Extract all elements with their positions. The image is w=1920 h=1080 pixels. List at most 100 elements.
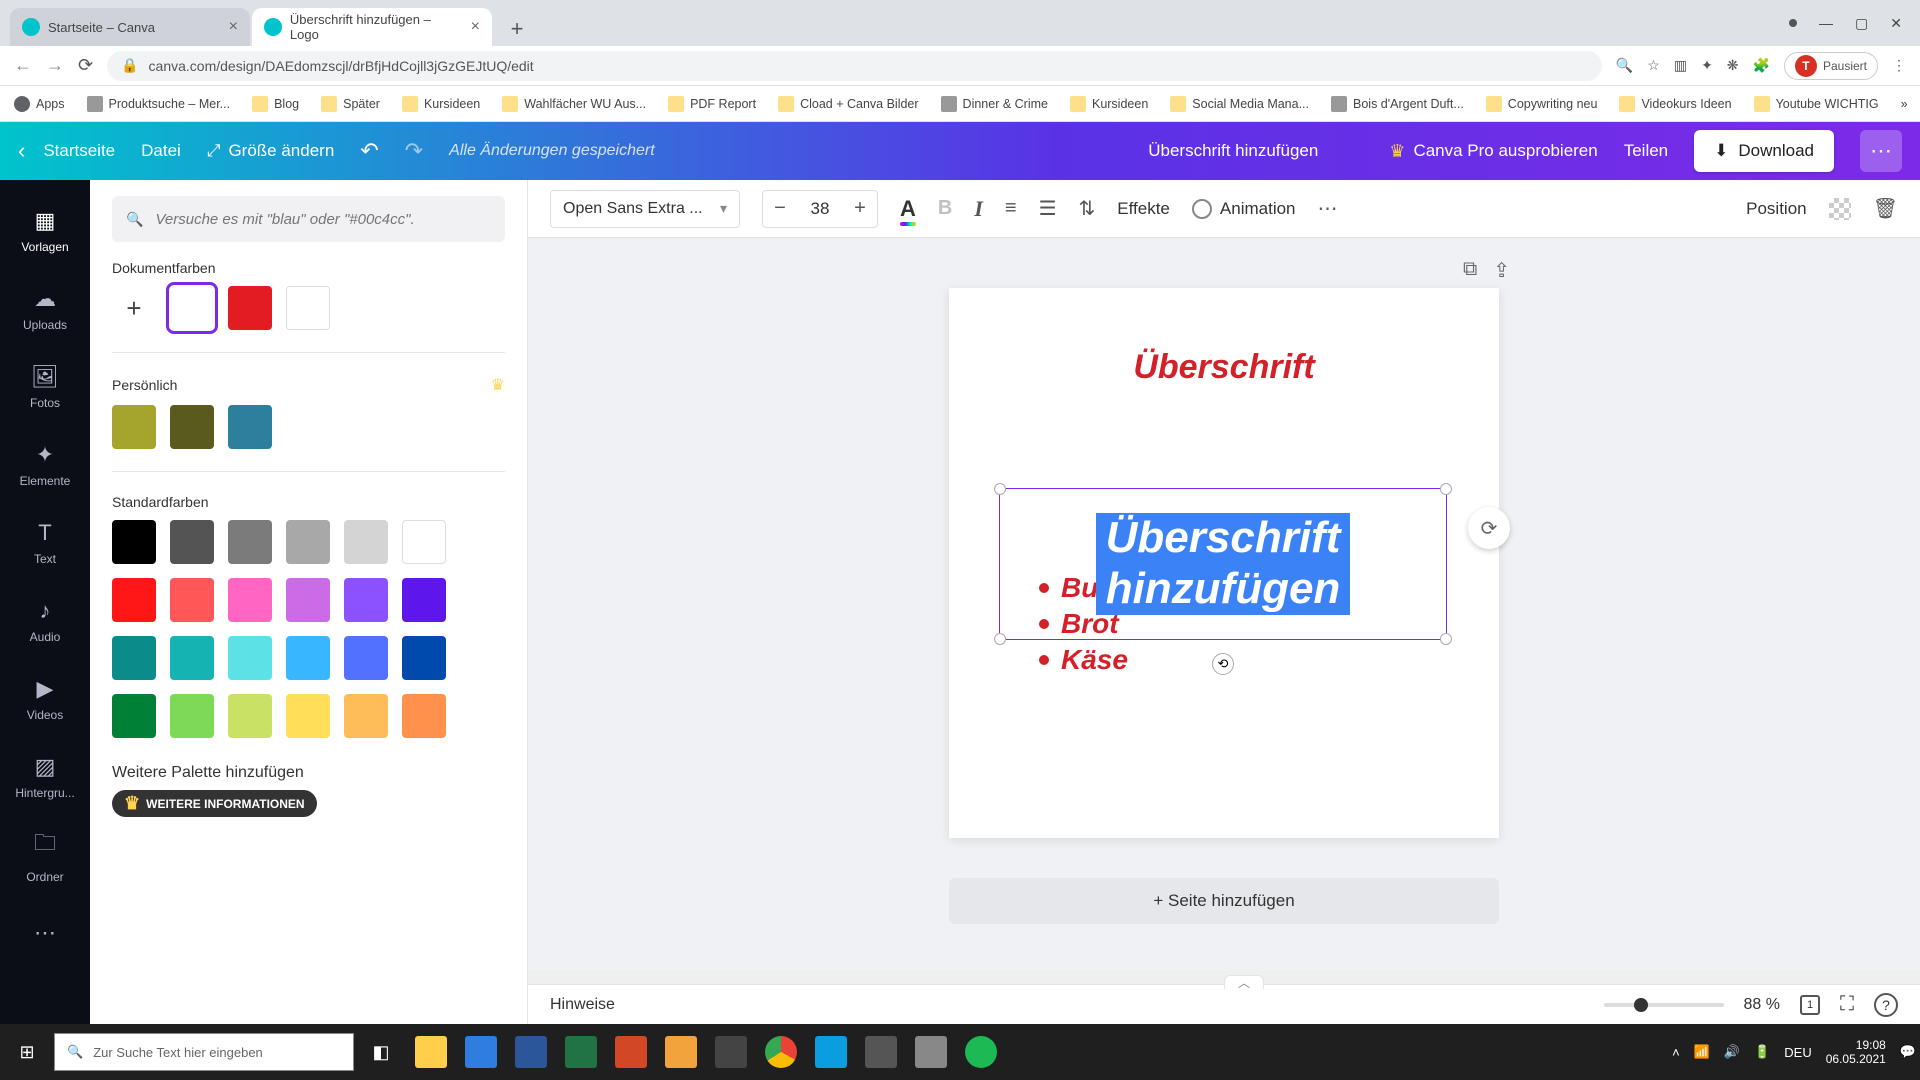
italic-button[interactable]: I	[974, 196, 983, 222]
browser-tab[interactable]: Startseite – Canva ×	[10, 8, 250, 46]
add-page-button[interactable]: + Seite hinzufügen	[949, 878, 1499, 924]
color-swatch[interactable]	[286, 694, 330, 738]
task-view-icon[interactable]: ◧	[358, 1029, 404, 1075]
color-swatch[interactable]	[402, 578, 446, 622]
try-pro-button[interactable]: ♛Canva Pro ausprobieren	[1389, 141, 1597, 162]
rail-more[interactable]: ⋯	[0, 894, 90, 972]
app-icon[interactable]	[658, 1029, 704, 1075]
align-button[interactable]: ≡	[1005, 197, 1017, 220]
color-swatch[interactable]	[344, 578, 388, 622]
rail-templates[interactable]: ▦Vorlagen	[0, 192, 90, 270]
more-info-badge[interactable]: ♛WEITERE INFORMATIONEN	[112, 790, 317, 817]
close-icon[interactable]: ×	[229, 18, 238, 36]
bookmark-item[interactable]: Blog	[252, 96, 299, 112]
design-page[interactable]: Überschrift Butter Brot Käse Überschrift…	[949, 288, 1499, 838]
color-swatch[interactable]	[112, 520, 156, 564]
size-decrease-button[interactable]: −	[763, 197, 797, 220]
selected-text-element[interactable]: Überschrift hinzufügen ⟲ ⟳	[999, 488, 1447, 640]
extension-icon[interactable]: ❋	[1727, 57, 1739, 74]
more-menu-button[interactable]: ⋯	[1860, 130, 1902, 172]
rail-folders[interactable]: 🗀Ordner	[0, 816, 90, 894]
color-swatch[interactable]	[286, 520, 330, 564]
puzzle-icon[interactable]: 🧩	[1753, 57, 1770, 74]
color-search-input[interactable]	[155, 211, 491, 228]
menu-icon[interactable]: ⋮	[1892, 57, 1906, 74]
bookmark-item[interactable]: Kursideen	[1070, 96, 1148, 112]
battery-icon[interactable]: 🔋	[1754, 1044, 1770, 1060]
profile-pause-pill[interactable]: T Pausiert	[1784, 52, 1878, 80]
word-icon[interactable]	[508, 1029, 554, 1075]
color-swatch[interactable]	[402, 636, 446, 680]
back-icon[interactable]: ‹	[18, 138, 25, 164]
close-window-icon[interactable]: ✕	[1890, 15, 1902, 32]
close-icon[interactable]: ×	[471, 18, 480, 36]
taskbar-search[interactable]: 🔍Zur Suche Text hier eingeben	[54, 1033, 354, 1071]
position-button[interactable]: Position	[1746, 199, 1806, 219]
bookmark-item[interactable]: Copywriting neu	[1486, 96, 1598, 112]
page-heading[interactable]: Überschrift	[949, 348, 1499, 387]
bookmark-item[interactable]: Social Media Mana...	[1170, 96, 1309, 112]
rail-text[interactable]: TText	[0, 504, 90, 582]
app-icon[interactable]	[808, 1029, 854, 1075]
color-swatch[interactable]	[228, 578, 272, 622]
app-icon[interactable]	[708, 1029, 754, 1075]
list-button[interactable]: ☰	[1039, 196, 1057, 221]
bold-button[interactable]: B	[938, 197, 952, 220]
color-swatch[interactable]	[228, 694, 272, 738]
forward-icon[interactable]: →	[46, 55, 64, 76]
color-swatch[interactable]	[228, 405, 272, 449]
bookmark-item[interactable]: PDF Report	[668, 96, 756, 112]
bookmark-item[interactable]: Bois d'Argent Duft...	[1331, 96, 1464, 112]
resize-menu[interactable]: ⤢Größe ändern	[207, 141, 334, 161]
help-icon[interactable]: ?	[1874, 993, 1898, 1017]
list-item[interactable]: Käse	[1039, 644, 1143, 676]
color-swatch[interactable]	[112, 405, 156, 449]
redo-icon[interactable]: ↷	[405, 138, 423, 164]
explorer-icon[interactable]	[408, 1029, 454, 1075]
language-indicator[interactable]: DEU	[1784, 1045, 1811, 1060]
bookmark-item[interactable]: Youtube WICHTIG	[1754, 96, 1879, 112]
extension-icon[interactable]: ✦	[1701, 57, 1713, 74]
color-swatch[interactable]	[228, 520, 272, 564]
zoom-value[interactable]: 88 %	[1744, 996, 1780, 1014]
extension-icon[interactable]: ▥	[1674, 57, 1687, 74]
more-tools-button[interactable]: ⋯	[1318, 196, 1338, 221]
share-page-icon[interactable]: ⇪	[1493, 258, 1510, 283]
bookmark-item[interactable]: Kursideen	[402, 96, 480, 112]
bookmark-item[interactable]: Videokurs Ideen	[1619, 96, 1731, 112]
duplicate-page-icon[interactable]: ⧉	[1463, 258, 1477, 283]
font-color-button[interactable]: A	[900, 196, 916, 222]
app-icon[interactable]	[858, 1029, 904, 1075]
edge-icon[interactable]	[458, 1029, 504, 1075]
color-swatch[interactable]	[286, 286, 330, 330]
document-title-input[interactable]	[1103, 141, 1363, 161]
rail-photos[interactable]: 🖼Fotos	[0, 348, 90, 426]
size-increase-button[interactable]: +	[843, 197, 877, 220]
app-icon[interactable]	[908, 1029, 954, 1075]
zoom-slider[interactable]	[1604, 1003, 1724, 1007]
maximize-icon[interactable]: ▢	[1855, 15, 1868, 32]
file-menu[interactable]: Datei	[141, 141, 181, 161]
color-swatch[interactable]	[344, 694, 388, 738]
browser-tab-active[interactable]: Überschrift hinzufügen – Logo ×	[252, 8, 492, 46]
color-swatch[interactable]	[286, 636, 330, 680]
add-color-button[interactable]: +	[112, 286, 156, 330]
font-size-value[interactable]: 38	[797, 199, 843, 219]
color-swatch[interactable]	[402, 520, 446, 564]
bookmark-item[interactable]: Dinner & Crime	[941, 96, 1048, 112]
wifi-icon[interactable]: 📶	[1694, 1044, 1710, 1060]
slider-thumb[interactable]	[1634, 998, 1648, 1012]
rail-background[interactable]: ▨Hintergru...	[0, 738, 90, 816]
color-swatch[interactable]	[112, 578, 156, 622]
download-button[interactable]: ⬇Download	[1694, 130, 1834, 172]
bookmark-apps[interactable]: Apps	[14, 96, 65, 112]
minimize-icon[interactable]: —	[1819, 15, 1833, 31]
zoom-icon[interactable]: 🔍	[1616, 57, 1633, 74]
color-swatch[interactable]	[170, 405, 214, 449]
transparency-button[interactable]	[1829, 198, 1851, 220]
spacing-button[interactable]: ⇅	[1079, 196, 1096, 221]
regenerate-button[interactable]: ⟳	[1468, 507, 1510, 549]
rail-elements[interactable]: ✦Elemente	[0, 426, 90, 504]
delete-button[interactable]: 🗑	[1873, 196, 1898, 221]
color-swatch[interactable]	[344, 520, 388, 564]
